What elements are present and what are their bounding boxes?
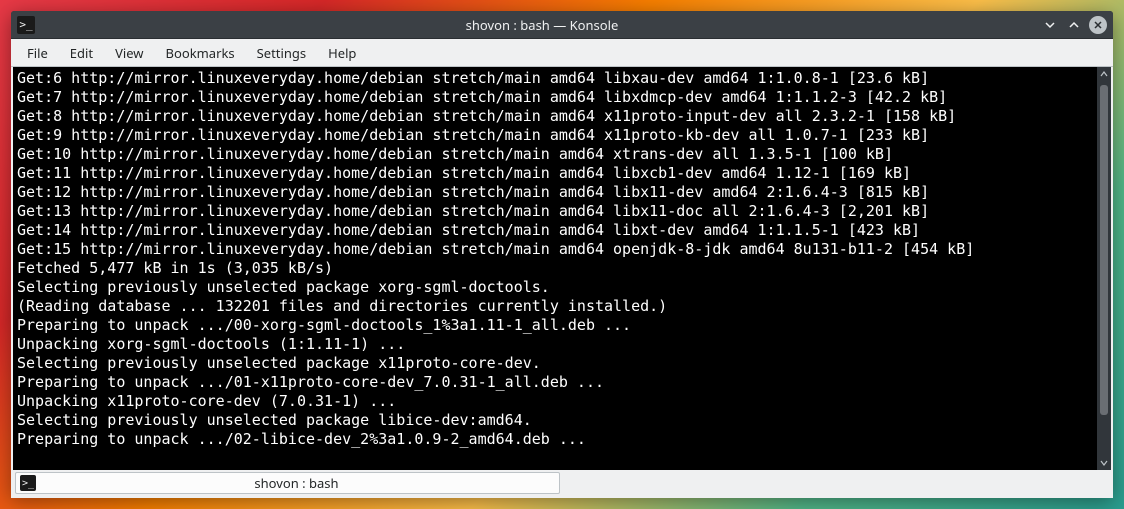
menu-view[interactable]: View [105,40,153,66]
scroll-track[interactable] [1097,81,1111,456]
maximize-button[interactable] [1065,16,1083,34]
app-icon: >_ [17,16,35,34]
tab-shovon-bash[interactable]: >_ shovon : bash [15,472,560,494]
titlebar[interactable]: >_ shovon : bash — Konsole [11,11,1113,39]
close-button[interactable] [1089,16,1107,34]
menu-file[interactable]: File [17,40,58,66]
scroll-thumb[interactable] [1100,85,1108,415]
scroll-up-icon[interactable] [1097,67,1111,81]
window-controls [1041,16,1107,34]
window-title: shovon : bash — Konsole [43,16,1041,34]
menu-settings[interactable]: Settings [247,40,316,66]
terminal-output[interactable]: Get:6 http://mirror.linuxeveryday.home/d… [13,67,1097,470]
menubar: File Edit View Bookmarks Settings Help [11,39,1113,67]
terminal-area: Get:6 http://mirror.linuxeveryday.home/d… [11,67,1113,470]
scroll-down-icon[interactable] [1097,456,1111,470]
terminal-icon: >_ [20,475,36,491]
terminal-icon-glyph: >_ [22,478,34,489]
app-icon-glyph: >_ [19,18,32,31]
minimize-button[interactable] [1041,16,1059,34]
menu-help[interactable]: Help [318,40,366,66]
konsole-window: >_ shovon : bash — Konsole File Edit Vie… [11,11,1113,498]
menu-bookmarks[interactable]: Bookmarks [156,40,245,66]
tab-label: shovon : bash [42,474,551,492]
tabbar: >_ shovon : bash [11,470,1113,498]
scrollbar[interactable] [1097,67,1111,470]
menu-edit[interactable]: Edit [60,40,103,66]
